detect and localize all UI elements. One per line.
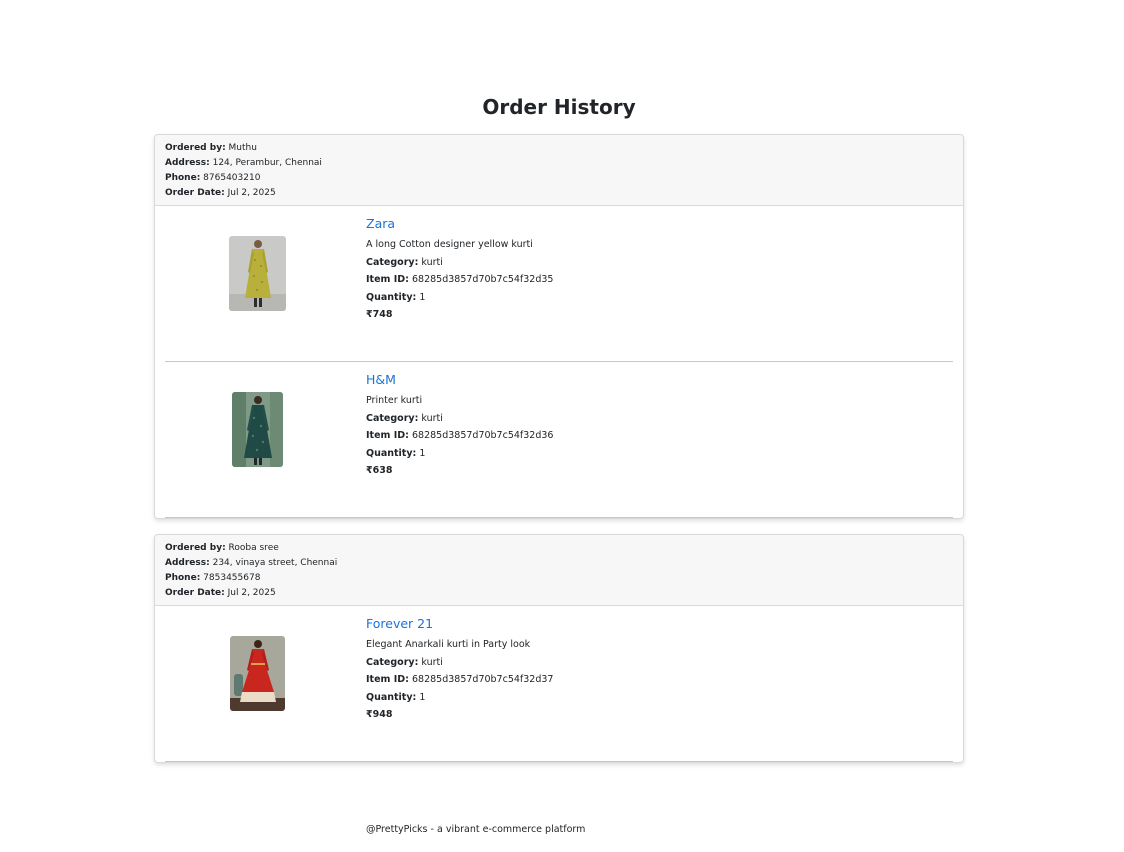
- item-id: Item ID: 68285d3857d70b7c54f32d35: [366, 274, 554, 285]
- order-date-line: Order Date: Jul 2, 2025: [165, 588, 276, 598]
- item-description: Elegant Anarkali kurti in Party look: [366, 639, 531, 650]
- item-brand-link[interactable]: Zara: [366, 216, 553, 232]
- customer-phone: 7853455678: [203, 573, 261, 583]
- green-printed-kurti-photo[interactable]: [232, 392, 283, 467]
- item-id: Item ID: 68285d3857d70b7c54f32d37: [366, 674, 554, 685]
- item-quantity: Quantity: 1: [366, 291, 426, 303]
- item-price: ₹748: [366, 309, 393, 320]
- customer-address: 234, vinaya street, Chennai: [212, 558, 338, 568]
- item-info: Zara A long Cotton designer yellow kurti…: [366, 216, 553, 324]
- item-category: Category: kurti: [366, 656, 443, 668]
- yellow-kurti-photo[interactable]: [229, 236, 286, 311]
- order-header: Ordered by: Rooba sree Address: 234, vin…: [155, 535, 963, 606]
- customer-name: Rooba sree: [228, 543, 279, 553]
- item-price: ₹638: [366, 465, 393, 476]
- item-category: Category: kurti: [366, 256, 443, 268]
- phone-line: Phone: 7853455678: [165, 573, 261, 583]
- item-info: H&M Printer kurti Category: kurti Item I…: [366, 372, 553, 480]
- phone-line: Phone: 8765403210: [165, 173, 261, 183]
- item-description: Printer kurti: [366, 395, 423, 406]
- order-card: Ordered by: Rooba sree Address: 234, vin…: [154, 534, 964, 763]
- item-quantity: Quantity: 1: [366, 691, 426, 703]
- ordered-by-line: Ordered by: Rooba sree: [165, 543, 279, 553]
- item-brand-link[interactable]: Forever 21: [366, 616, 553, 632]
- item-id: Item ID: 68285d3857d70b7c54f32d36: [366, 430, 554, 441]
- order-item: Forever 21 Elegant Anarkali kurti in Par…: [165, 606, 953, 762]
- order-date: Jul 2, 2025: [227, 188, 276, 198]
- address-line: Address: 234, vinaya street, Chennai: [165, 558, 338, 568]
- customer-address: 124, Perambur, Chennai: [212, 158, 322, 168]
- item-quantity: Quantity: 1: [366, 447, 426, 459]
- order-item: Zara A long Cotton designer yellow kurti…: [165, 206, 953, 362]
- item-brand-link[interactable]: H&M: [366, 372, 553, 388]
- page-title: Order History: [482, 95, 636, 119]
- item-description: A long Cotton designer yellow kurti: [366, 239, 533, 250]
- red-anarkali-kurti-photo[interactable]: [230, 636, 285, 711]
- item-price: ₹948: [366, 709, 393, 720]
- order-date: Jul 2, 2025: [227, 588, 276, 598]
- ordered-by-line: Ordered by: Muthu: [165, 143, 257, 153]
- footer-text: @PrettyPicks - a vibrant e-commerce plat…: [366, 824, 586, 835]
- item-category: Category: kurti: [366, 412, 443, 424]
- customer-name: Muthu: [228, 143, 257, 153]
- customer-phone: 8765403210: [203, 173, 261, 183]
- order-header: Ordered by: Muthu Address: 124, Perambur…: [155, 135, 963, 206]
- order-item: H&M Printer kurti Category: kurti Item I…: [165, 362, 953, 518]
- address-line: Address: 124, Perambur, Chennai: [165, 158, 322, 168]
- order-card: Ordered by: Muthu Address: 124, Perambur…: [154, 134, 964, 519]
- order-date-line: Order Date: Jul 2, 2025: [165, 188, 276, 198]
- item-info: Forever 21 Elegant Anarkali kurti in Par…: [366, 616, 553, 724]
